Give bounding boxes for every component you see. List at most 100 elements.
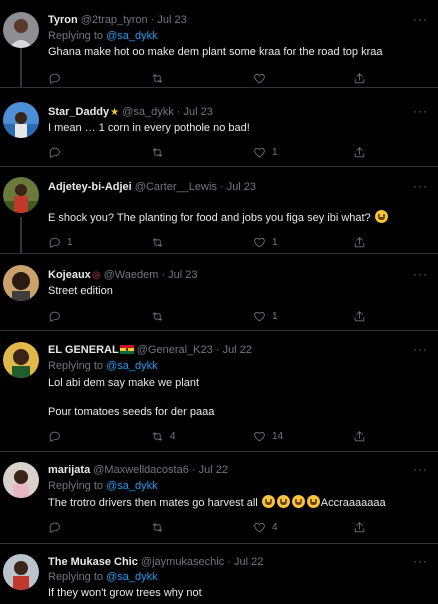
mention-link[interactable]: @sa_dykk bbox=[106, 30, 158, 42]
laughing-emoji-icon bbox=[291, 495, 305, 508]
timestamp[interactable]: Jul 23 bbox=[227, 181, 256, 193]
display-name[interactable]: Star_Daddy bbox=[48, 106, 109, 118]
reply-button[interactable] bbox=[48, 309, 67, 323]
avatar[interactable] bbox=[3, 265, 39, 301]
reply-button[interactable] bbox=[48, 145, 67, 159]
tweet[interactable]: marijata @Maxwelldacosta6 · Jul 22 ··· R… bbox=[0, 452, 438, 544]
retweet-button[interactable]: 4 bbox=[151, 429, 176, 443]
avatar[interactable] bbox=[3, 342, 39, 378]
share-button[interactable] bbox=[353, 145, 366, 159]
like-button[interactable] bbox=[253, 71, 272, 85]
ghana-flag-icon bbox=[119, 345, 134, 354]
replying-to: Replying to @sa_dykk bbox=[48, 570, 158, 584]
like-button[interactable]: 4 bbox=[253, 520, 278, 534]
tweet-text-line: Pour tomatoes seeds for der paaa bbox=[48, 406, 215, 418]
separator-dot: · bbox=[227, 556, 231, 568]
separator-dot: · bbox=[191, 464, 196, 476]
retweet-button[interactable] bbox=[151, 235, 170, 249]
heart-icon bbox=[254, 147, 265, 157]
mention-link[interactable]: @sa_dykk bbox=[106, 571, 158, 583]
separator-dot: · bbox=[219, 181, 224, 193]
timestamp[interactable]: Jul 23 bbox=[168, 269, 197, 281]
tweet[interactable]: Star_Daddy★ @sa_dykk · Jul 23 ··· I mean… bbox=[0, 88, 438, 167]
like-button[interactable]: 1 bbox=[253, 145, 278, 159]
timestamp[interactable]: Jul 22 bbox=[234, 556, 263, 568]
tweet-header: Star_Daddy★ @sa_dykk · Jul 23 bbox=[48, 104, 398, 120]
like-button[interactable]: 1 bbox=[253, 309, 278, 323]
tweet[interactable]: Tyron @2trap_tyron · Jul 23 ··· Replying… bbox=[0, 0, 438, 88]
share-button[interactable] bbox=[353, 235, 366, 249]
heart-icon bbox=[254, 431, 265, 441]
handle[interactable]: @jaymukasechic bbox=[141, 556, 224, 568]
reply-button[interactable] bbox=[48, 429, 67, 443]
handle[interactable]: @Carter__Lewis bbox=[135, 181, 217, 193]
share-icon bbox=[354, 310, 365, 321]
like-button[interactable]: 1 bbox=[253, 235, 278, 249]
more-icon[interactable]: ··· bbox=[413, 104, 428, 118]
comment-icon bbox=[49, 147, 60, 158]
reply-button[interactable]: 1 bbox=[48, 235, 73, 249]
retweet-button[interactable] bbox=[151, 71, 170, 85]
handle[interactable]: @sa_dykk bbox=[122, 106, 174, 118]
timestamp[interactable]: Jul 22 bbox=[223, 344, 252, 356]
more-icon[interactable]: ··· bbox=[413, 462, 428, 476]
tweet-text: I mean … 1 corn in every pothole no bad! bbox=[48, 122, 250, 134]
tweet[interactable]: Adjetey-bi-Adjei @Carter__Lewis · Jul 23… bbox=[0, 167, 438, 254]
more-icon[interactable]: ··· bbox=[413, 342, 428, 356]
share-button[interactable] bbox=[353, 429, 366, 443]
tweet-text: The trotro drivers then mates go harvest… bbox=[48, 495, 426, 510]
mention-link[interactable]: @sa_dykk bbox=[106, 360, 158, 372]
avatar[interactable] bbox=[3, 554, 39, 590]
timestamp[interactable]: Jul 23 bbox=[184, 106, 213, 118]
tweet[interactable]: The Mukase Chic @jaymukasechic · Jul 22 … bbox=[0, 544, 438, 604]
replying-label: Replying to bbox=[48, 30, 104, 42]
avatar[interactable] bbox=[3, 12, 39, 48]
display-name[interactable]: Adjetey-bi-Adjei bbox=[48, 181, 132, 193]
avatar[interactable] bbox=[3, 462, 39, 498]
handle[interactable]: @2trap_tyron bbox=[81, 14, 148, 26]
replying-label: Replying to bbox=[48, 571, 104, 583]
tweet[interactable]: Kojeaux◎ @Waedem · Jul 23 ··· Street edi… bbox=[0, 254, 438, 331]
thread-line bbox=[20, 217, 22, 254]
display-name[interactable]: Kojeaux bbox=[48, 269, 91, 281]
handle[interactable]: @Waedem bbox=[104, 269, 159, 281]
avatar[interactable] bbox=[3, 102, 39, 138]
replying-to: Replying to @sa_dykk bbox=[48, 359, 158, 373]
heart-icon bbox=[254, 522, 265, 532]
like-count: 1 bbox=[272, 236, 278, 248]
tweet-text: If they won't grow trees why not bbox=[48, 587, 202, 599]
share-button[interactable] bbox=[353, 71, 366, 85]
star-badge: ★ bbox=[110, 107, 120, 118]
reply-button[interactable] bbox=[48, 520, 67, 534]
tweet-header: marijata @Maxwelldacosta6 · Jul 22 bbox=[48, 462, 398, 478]
reply-button[interactable] bbox=[48, 71, 67, 85]
handle[interactable]: @General_K23 bbox=[137, 344, 213, 356]
retweet-button[interactable] bbox=[151, 309, 170, 323]
replying-label: Replying to bbox=[48, 360, 104, 372]
more-icon[interactable]: ··· bbox=[413, 554, 428, 568]
timestamp[interactable]: Jul 23 bbox=[157, 14, 186, 26]
display-name[interactable]: marijata bbox=[48, 464, 90, 476]
heart-icon bbox=[254, 237, 265, 247]
replying-to: Replying to @sa_dykk bbox=[48, 29, 158, 43]
laughing-emoji-icon bbox=[261, 495, 275, 508]
share-button[interactable] bbox=[353, 309, 366, 323]
timestamp[interactable]: Jul 22 bbox=[199, 464, 228, 476]
more-icon[interactable]: ··· bbox=[413, 12, 428, 26]
like-count: 4 bbox=[272, 521, 278, 533]
like-count: 1 bbox=[272, 146, 278, 158]
handle[interactable]: @Maxwelldacosta6 bbox=[93, 464, 189, 476]
tweet-text-content: The trotro drivers then mates go harvest… bbox=[48, 497, 258, 509]
share-button[interactable] bbox=[353, 520, 366, 534]
like-button[interactable]: 14 bbox=[253, 429, 283, 443]
more-icon[interactable]: ··· bbox=[413, 267, 428, 281]
tweet[interactable]: EL GENERAL @General_K23 · Jul 22 ··· Rep… bbox=[0, 331, 438, 452]
retweet-button[interactable] bbox=[151, 145, 170, 159]
display-name[interactable]: Tyron bbox=[48, 14, 78, 26]
more-icon[interactable]: ··· bbox=[413, 179, 428, 193]
mention-link[interactable]: @sa_dykk bbox=[106, 480, 158, 492]
display-name[interactable]: The Mukase Chic bbox=[48, 556, 138, 568]
display-name[interactable]: EL GENERAL bbox=[48, 344, 119, 356]
retweet-button[interactable] bbox=[151, 520, 170, 534]
avatar[interactable] bbox=[3, 177, 39, 213]
